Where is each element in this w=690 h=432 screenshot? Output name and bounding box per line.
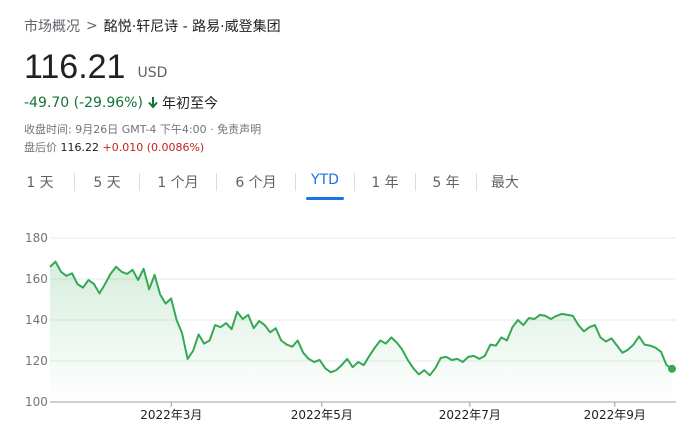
- tab-5-day[interactable]: 5 天: [85, 168, 129, 200]
- y-axis-tick-label: 180: [25, 231, 48, 245]
- price-change: -49.70 (-29.96%): [24, 95, 143, 111]
- tab-1-year[interactable]: 1 年: [365, 168, 405, 200]
- x-axis-tick-label: 2022年3月: [140, 408, 202, 422]
- y-axis-tick-label: 140: [25, 313, 48, 327]
- tab-max[interactable]: 最大: [487, 168, 523, 200]
- tab-divider: [295, 173, 296, 191]
- page-title: 酩悦·轩尼诗 - 路易·威登集团: [103, 19, 281, 35]
- time-range-tabs: 1 天 5 天 1 个月 6 个月 YTD 1 年 5 年 最大: [16, 168, 531, 200]
- breadcrumb: 市场概况 > 酩悦·轩尼诗 - 路易·威登集团: [24, 16, 281, 36]
- tab-divider: [74, 173, 75, 191]
- tab-divider: [216, 173, 217, 191]
- currency-label: USD: [137, 65, 168, 81]
- tab-divider: [415, 173, 416, 191]
- tab-ytd[interactable]: YTD: [306, 168, 344, 200]
- price-chart[interactable]: 180 160 140 120 100 2022年3月 2022年5月 2022年7月 2022…: [0, 222, 690, 432]
- y-axis-tick-label: 100: [25, 395, 48, 409]
- price-area-fill: [50, 261, 672, 402]
- tab-1-month[interactable]: 1 个月: [150, 168, 206, 200]
- price-row: 116.21 USD: [24, 47, 167, 87]
- tab-5-year[interactable]: 5 年: [426, 168, 466, 200]
- last-price-dot: [668, 364, 676, 373]
- breadcrumb-separator: >: [86, 18, 98, 34]
- change-period-label: 年初至今: [161, 96, 218, 112]
- tab-1-day[interactable]: 1 天: [16, 168, 64, 200]
- close-time-line: 收盘时间: 9月26日 GMT-4 下午4:00 · 免责声明: [24, 121, 261, 137]
- after-hours-line: 盘后价 116.22 +0.010 (0.0086%): [24, 139, 204, 155]
- tab-divider: [476, 173, 477, 191]
- x-axis-tick-label: 2022年7月: [439, 408, 501, 422]
- x-axis-tick-label: 2022年9月: [584, 408, 646, 422]
- price-change-row: -49.70 (-29.96%) 年初至今: [24, 93, 218, 113]
- breadcrumb-market-overview-link[interactable]: 市场概况: [24, 16, 80, 36]
- y-axis-tick-label: 160: [25, 272, 48, 286]
- current-price: 116.21: [24, 48, 126, 86]
- y-axis-tick-label: 120: [25, 354, 48, 368]
- after-hours-change: +0.010 (0.0086%): [102, 141, 205, 154]
- after-hours-price: 116.22: [60, 141, 100, 154]
- tab-divider: [354, 173, 355, 191]
- after-hours-label: 盘后价: [24, 141, 57, 154]
- x-axis-tick-label: 2022年5月: [291, 408, 353, 422]
- tab-divider: [139, 173, 140, 191]
- close-time-text: 收盘时间: 9月26日 GMT-4 下午4:00 · 免责声明: [24, 123, 262, 136]
- tab-6-month[interactable]: 6 个月: [227, 168, 285, 200]
- arrow-down-icon: [148, 97, 158, 109]
